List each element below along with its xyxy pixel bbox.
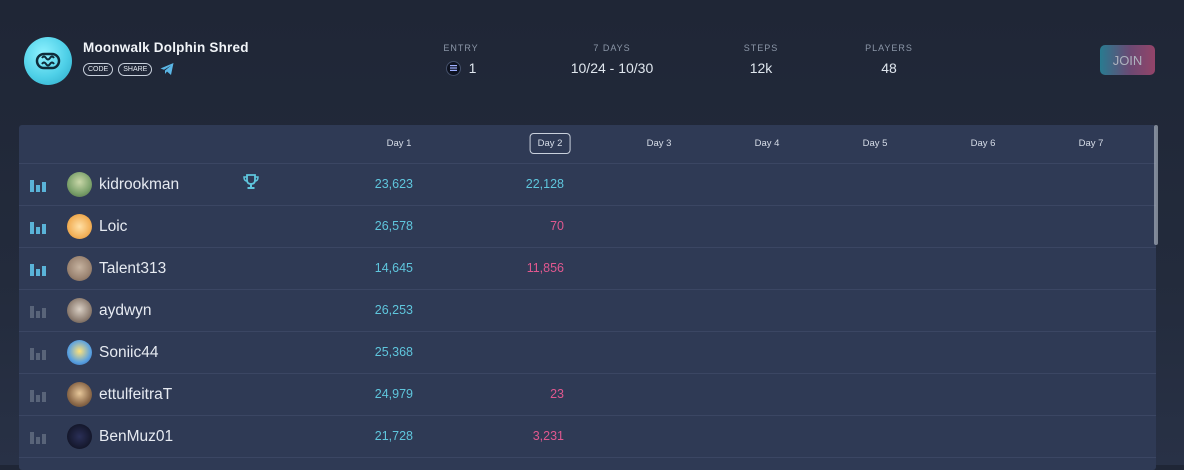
- header: Moonwalk Dolphin Shred CODE SHARE ENTRY …: [0, 0, 1184, 125]
- day-tab-1[interactable]: Day 1: [387, 138, 412, 149]
- avatar[interactable]: [67, 172, 92, 197]
- day2-steps: 23: [550, 387, 564, 401]
- day-tab-4[interactable]: Day 4: [755, 138, 780, 149]
- day-tab-3[interactable]: Day 3: [647, 138, 672, 149]
- player-name[interactable]: aydwyn: [99, 302, 152, 320]
- day2-steps: 70: [550, 219, 564, 233]
- players-stat: PLAYERS 48: [854, 43, 924, 76]
- day-tab-2[interactable]: Day 2: [529, 133, 571, 154]
- avatar[interactable]: [67, 424, 92, 449]
- steps-value: 12k: [749, 60, 773, 76]
- dolphin-logo-icon: [24, 37, 72, 85]
- day1-steps: 25,368: [374, 345, 413, 359]
- players-value: 48: [881, 60, 897, 76]
- table-row[interactable]: kidrookman 23,623 22,128: [19, 164, 1156, 206]
- share-chip[interactable]: SHARE: [118, 62, 153, 76]
- day2-steps: 22,128: [525, 177, 564, 191]
- player-name[interactable]: BenMuz01: [99, 428, 173, 446]
- code-chip[interactable]: CODE: [83, 62, 114, 76]
- table-row[interactable]: Loic 26,578 70: [19, 206, 1156, 248]
- bar-chart-icon[interactable]: [30, 388, 47, 402]
- leaderboard-table: Day 1 Day 2 Day 3 Day 4 Day 5 Day 6 Day 7 kidr…: [19, 125, 1156, 470]
- trophy-icon: [243, 174, 259, 189]
- day1-steps: 14,645: [374, 261, 413, 275]
- day1-steps: 26,578: [374, 219, 413, 233]
- table-row[interactable]: aydwyn 26,253: [19, 290, 1156, 332]
- day-tab-5[interactable]: Day 5: [863, 138, 888, 149]
- solana-token-icon: [445, 60, 461, 76]
- bar-chart-icon[interactable]: [30, 178, 47, 192]
- player-name[interactable]: Talent313: [99, 260, 166, 278]
- day-tab-6[interactable]: Day 6: [971, 138, 996, 149]
- telegram-icon[interactable]: [159, 61, 175, 77]
- players-label: PLAYERS: [865, 43, 913, 53]
- table-row[interactable]: Soniic44 25,368: [19, 332, 1156, 374]
- scrollbar[interactable]: [1154, 125, 1158, 245]
- bar-chart-icon[interactable]: [30, 346, 47, 360]
- title-actions: CODE SHARE: [83, 61, 175, 77]
- page-title: Moonwalk Dolphin Shred: [83, 40, 249, 55]
- bar-chart-icon[interactable]: [30, 220, 47, 234]
- day1-steps: 23,623: [374, 177, 413, 191]
- day1-steps: 21,728: [374, 429, 413, 443]
- avatar[interactable]: [67, 382, 92, 407]
- bar-chart-icon[interactable]: [30, 304, 47, 318]
- table-row[interactable]: Talent313 14,645 11,856: [19, 248, 1156, 290]
- player-name[interactable]: kidrookman: [99, 176, 179, 194]
- table-row[interactable]: BenMuz01 21,728 3,231: [19, 416, 1156, 458]
- player-name[interactable]: ettulfeitraT: [99, 386, 172, 404]
- entry-stat: ENTRY 1: [431, 43, 491, 76]
- bar-chart-icon[interactable]: [30, 262, 47, 276]
- day-header-row: Day 1 Day 2 Day 3 Day 4 Day 5 Day 6 Day 7: [19, 125, 1156, 164]
- player-name[interactable]: Loic: [99, 218, 127, 236]
- steps-stat: STEPS 12k: [731, 43, 791, 76]
- avatar[interactable]: [67, 214, 92, 239]
- entry-label: ENTRY: [443, 43, 479, 53]
- day1-steps: 24,979: [374, 387, 413, 401]
- entry-value: 1: [468, 60, 477, 76]
- avatar[interactable]: [67, 298, 92, 323]
- day-tab-7[interactable]: Day 7: [1079, 138, 1104, 149]
- avatar[interactable]: [67, 340, 92, 365]
- player-name[interactable]: Soniic44: [99, 344, 158, 362]
- day1-steps: 26,253: [374, 303, 413, 317]
- avatar[interactable]: [67, 256, 92, 281]
- day2-steps: 11,856: [526, 261, 564, 275]
- days-stat: 7 DAYS 10/24 - 10/30: [552, 43, 672, 76]
- bar-chart-icon[interactable]: [30, 430, 47, 444]
- days-value: 10/24 - 10/30: [570, 60, 654, 76]
- steps-label: STEPS: [743, 43, 779, 53]
- days-label: 7 DAYS: [593, 43, 631, 53]
- table-row[interactable]: ettulfeitraT 24,979 23: [19, 374, 1156, 416]
- day2-steps: 3,231: [532, 429, 564, 443]
- join-button[interactable]: JOIN: [1100, 45, 1155, 75]
